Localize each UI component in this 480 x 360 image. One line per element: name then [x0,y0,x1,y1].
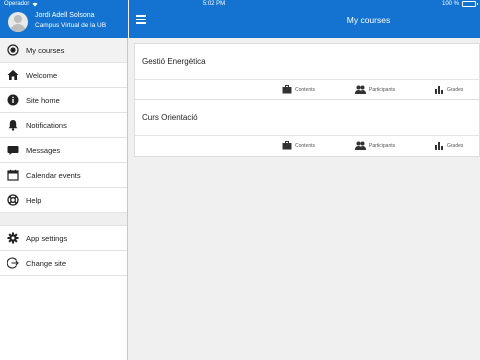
bar-chart-icon [435,142,443,150]
people-icon [355,85,366,94]
main-content: 5:02 PM 100 % My courses Gestió Energèti… [129,0,480,360]
user-header: Operador Jordi Adell Solsona Campus Virt… [0,0,128,38]
contents-label: Contents [295,142,316,149]
lifebuoy-icon [6,194,19,207]
avatar[interactable] [8,12,28,32]
bar-chart-icon [435,86,443,94]
contents-label: Contents [295,86,316,93]
battery-text: 100 % [441,1,459,7]
battery-status: 100 % [441,1,478,7]
menu-item-label: Site home [26,95,60,105]
menu-item-label: App settings [26,233,68,243]
menu-item-notifications[interactable]: Notifications [0,113,127,138]
menu-item-label: Messages [26,145,61,155]
course-name[interactable]: Curs Orientació [135,100,479,136]
menu-item-label: My courses [26,45,65,55]
course-name[interactable]: Gestió Energètica [135,44,479,80]
menu-item-label: Notifications [26,120,67,130]
contents-button[interactable]: Contents [282,141,315,150]
side-menu: Operador Jordi Adell Solsona Campus Virt… [0,0,128,360]
course-actions: Contents Participants Grades [135,136,479,156]
participants-button[interactable]: Participants [355,141,395,150]
user-name: Jordi Adell Solsona [35,12,95,19]
menu-item-label: Calendar events [26,170,81,180]
course-card[interactable]: Gestió Energètica Contents Participants … [134,43,480,101]
page-title: My courses [346,15,391,25]
calendar-icon [6,169,19,182]
participants-button[interactable]: Participants [355,85,395,94]
menu-item-label: Change site [26,258,67,268]
chat-icon [6,144,19,157]
status-time: 5:02 PM [202,1,226,7]
menu-list: My courses Welcome Site home Notificatio… [0,38,127,276]
home-icon [6,69,19,82]
logout-icon [6,257,19,270]
menu-item-site-home[interactable]: Site home [0,88,127,113]
menu-item-label: Welcome [26,70,58,80]
participants-label: Participants [369,86,396,93]
menu-item-label: Help [26,195,42,205]
gear-icon [6,232,19,245]
wifi-icon [32,2,38,6]
bell-icon [6,119,19,132]
menu-item-welcome[interactable]: Welcome [0,63,127,88]
menu-item-calendar-events[interactable]: Calendar events [0,163,127,188]
menu-item-app-settings[interactable]: App settings [0,226,127,251]
carrier-name: Operador [4,1,30,7]
menu-divider [0,213,127,226]
participants-label: Participants [369,142,396,149]
menu-item-change-site[interactable]: Change site [0,251,127,276]
briefcase-icon [282,141,292,150]
menu-item-help[interactable]: Help [0,188,127,213]
grades-button[interactable]: Grades [435,85,463,94]
grades-label: Grades [447,142,464,149]
briefcase-icon [282,85,292,94]
people-icon [355,141,366,150]
grades-label: Grades [447,86,464,93]
grades-button[interactable]: Grades [435,141,463,150]
course-actions: Contents Participants Grades [135,80,479,100]
record-icon [6,44,19,57]
menu-item-messages[interactable]: Messages [0,138,127,163]
site-name: Campus Virtual de la UB [35,22,107,29]
battery-icon [462,1,478,7]
contents-button[interactable]: Contents [282,85,315,94]
navigation-bar: 5:02 PM 100 % My courses [129,0,480,38]
info-icon [6,94,19,107]
menu-item-my-courses[interactable]: My courses [0,38,127,63]
status-bar-left: Operador [4,1,38,7]
course-card[interactable]: Curs Orientació Contents Participants Gr… [134,99,480,157]
